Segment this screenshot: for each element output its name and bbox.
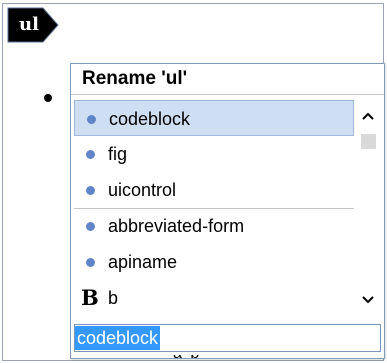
list-item[interactable]: abbreviated-form [74, 208, 354, 244]
list-item-label: apiname [108, 252, 178, 272]
list-item-label: abbreviated-form [108, 216, 245, 236]
list-item[interactable]: B b [74, 280, 354, 316]
scroll-down-button[interactable] [354, 290, 381, 314]
element-tag-label: ul [19, 14, 39, 35]
list-scrollbar[interactable] [354, 100, 381, 316]
list-item-label: uicontrol [108, 180, 177, 200]
selected-input-text: codeblock [75, 326, 161, 350]
list-item-label: fig [108, 144, 128, 164]
rename-popup: Rename 'ul' codeblock fig uicontrol abbr… [70, 63, 385, 359]
list-item-label: codeblock [109, 109, 191, 129]
element-dot-icon [86, 186, 95, 195]
list-item[interactable]: codeblock [74, 100, 354, 136]
element-dot-icon [86, 222, 95, 231]
element-list[interactable]: codeblock fig uicontrol abbreviated-form… [74, 100, 354, 316]
scroll-up-button[interactable] [354, 106, 381, 130]
chevron-up-icon [361, 112, 374, 120]
list-bullet [44, 94, 52, 102]
element-dot-icon [87, 115, 96, 124]
element-dot-icon [86, 258, 95, 267]
scroll-thumb[interactable] [361, 134, 376, 149]
ul-element-tag[interactable]: ul [7, 7, 59, 43]
chevron-down-icon [361, 296, 374, 304]
list-item[interactable]: fig [74, 136, 354, 172]
list-item-label: b [108, 288, 119, 308]
element-dot-icon [86, 150, 95, 159]
list-item[interactable]: apiname [74, 244, 354, 280]
list-item[interactable]: uicontrol [74, 172, 354, 208]
popup-title: Rename 'ul' [71, 64, 384, 95]
clipped-underlying-text: a b [173, 355, 213, 363]
bold-b-icon: B [81, 285, 99, 310]
